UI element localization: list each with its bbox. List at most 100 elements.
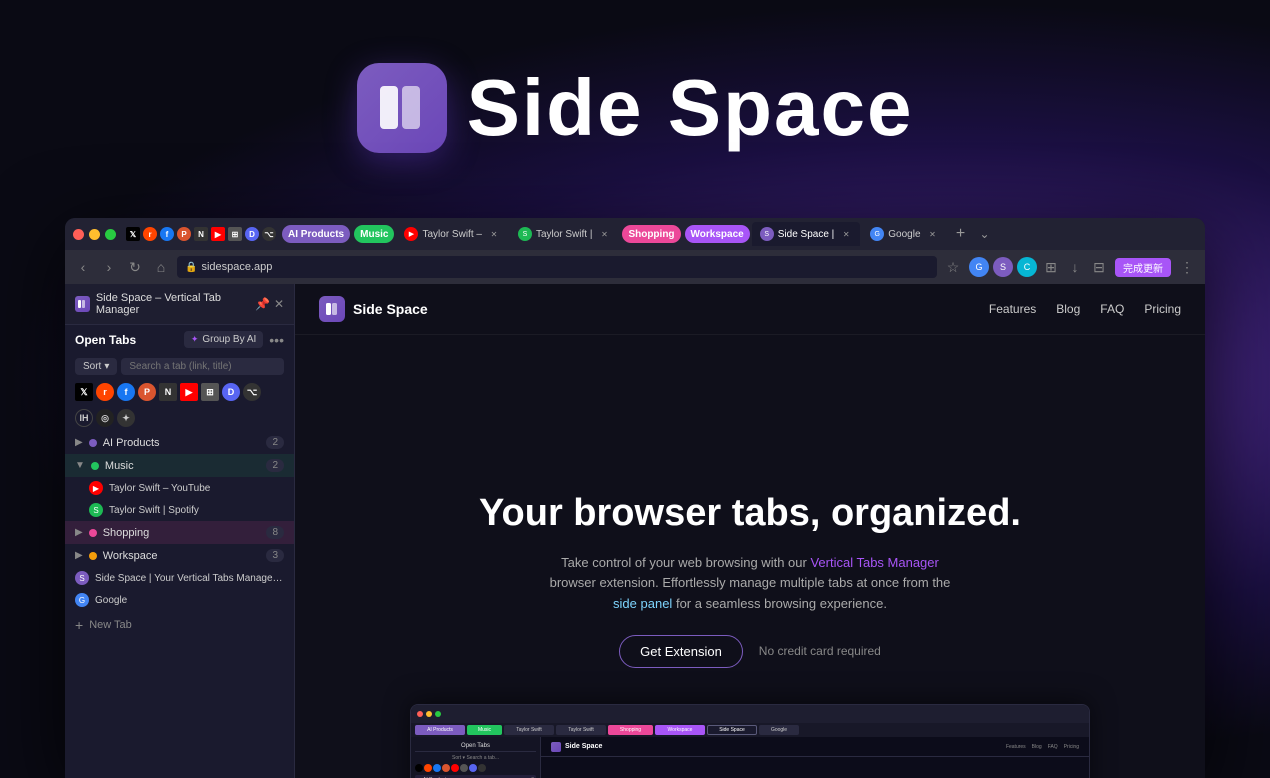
group-by-ai-button[interactable]: ✦ Group By AI: [184, 331, 263, 348]
logo-area: Side Space: [357, 62, 914, 154]
sidespace-tab-title: Side Space | Your Vertical Tabs Manager …: [95, 573, 284, 584]
preview-site-nav: Side Space Features Blog FAQ Pricing: [541, 737, 1089, 757]
more-options-button[interactable]: •••: [269, 332, 284, 348]
youtube-favicon: ▶: [211, 227, 225, 241]
tab-search-input[interactable]: [121, 358, 284, 375]
sidebar-fav-reddit[interactable]: r: [96, 383, 114, 401]
home-button[interactable]: ⌂: [151, 257, 171, 277]
reddit-favicon: r: [143, 227, 157, 241]
close-taylor-yt[interactable]: ✕: [488, 228, 500, 240]
prev-nav-features: Features: [1006, 744, 1026, 750]
sidebar-fav-github[interactable]: ⌥: [243, 383, 261, 401]
sidebar-favicon-row-1: 𝕏 r f P N ▶ ⊞ D ⌥: [65, 379, 294, 405]
tab-google[interactable]: G Google: [65, 589, 294, 611]
browser-tab-google[interactable]: G Google ✕: [862, 222, 946, 246]
hero-subtitle: Take control of your web browsing with o…: [540, 553, 960, 615]
sidebar-fav-misc[interactable]: ⊞: [201, 383, 219, 401]
back-button[interactable]: ‹: [73, 257, 93, 277]
extensions-button[interactable]: ⊞: [1041, 257, 1061, 277]
workspace-group-name: Workspace: [103, 550, 261, 562]
tab-menu-button[interactable]: ⌄: [975, 224, 995, 244]
sidebar-fav-3[interactable]: ✦: [117, 409, 135, 427]
nav-blog[interactable]: Blog: [1056, 302, 1080, 316]
sidebar-fav-facebook[interactable]: f: [117, 383, 135, 401]
sidebar-fav-1[interactable]: IH: [75, 409, 93, 427]
browser-tab-sidespace[interactable]: S Side Space | ✕: [752, 222, 861, 246]
tab-workspace[interactable]: Workspace: [685, 225, 750, 243]
group-shopping[interactable]: ▶ Shopping 8: [65, 521, 294, 544]
browser-tab-taylor-sp[interactable]: S Taylor Swift | ✕: [510, 222, 619, 246]
workspace-group-count: 3: [266, 549, 284, 562]
nav-pricing[interactable]: Pricing: [1144, 302, 1181, 316]
sidebar-favicon-row-2: IH ◎ ✦: [65, 405, 294, 431]
preview-nav-links: Features Blog FAQ Pricing: [1006, 744, 1079, 750]
group-workspace[interactable]: ▶ Workspace 3: [65, 544, 294, 567]
main-site-content: Side Space Features Blog FAQ Pricing You…: [295, 284, 1205, 778]
tab-sidespace[interactable]: S Side Space | Your Vertical Tabs Manage…: [65, 567, 294, 589]
google-favicon: G: [870, 227, 884, 241]
minimize-button[interactable]: [89, 229, 100, 240]
browser-tab-taylor-yt[interactable]: ▶ Taylor Swift – ✕: [396, 222, 507, 246]
complete-button[interactable]: 完成更新: [1115, 258, 1171, 277]
get-extension-button[interactable]: Get Extension: [619, 635, 743, 668]
sidebar-fav-youtube[interactable]: ▶: [180, 383, 198, 401]
taylor-sp-label: Taylor Swift |: [536, 229, 593, 240]
nav-faq[interactable]: FAQ: [1100, 302, 1124, 316]
maximize-button[interactable]: [105, 229, 116, 240]
hero-side-link[interactable]: side panel: [613, 596, 672, 611]
sidebar-fav-discord[interactable]: D: [222, 383, 240, 401]
ai-icon: ✦: [191, 334, 199, 345]
tab-ai-products[interactable]: AI Products: [282, 225, 350, 243]
tab-shopping[interactable]: Shopping: [622, 225, 680, 243]
sidebar-fav-notion[interactable]: N: [159, 383, 177, 401]
pf8: [478, 764, 486, 772]
preview-tab-bar: AI Products Music Taylor Swift Taylor Sw…: [411, 723, 1089, 737]
site-nav: Side Space Features Blog FAQ Pricing: [295, 284, 1205, 335]
producthunt-favicon: P: [177, 227, 191, 241]
close-sidespace[interactable]: ✕: [840, 228, 852, 240]
download-button[interactable]: ↓: [1065, 257, 1085, 277]
hero-subtitle-part3: for a seamless browsing experience.: [676, 596, 887, 611]
tab-taylor-yt[interactable]: ▶ Taylor Swift – YouTube: [65, 477, 294, 499]
tab-taylor-sp[interactable]: S Taylor Swift | Spotify: [65, 499, 294, 521]
url-bar[interactable]: 🔒 sidespace.app: [177, 256, 937, 278]
refresh-button[interactable]: ↻: [125, 257, 145, 277]
toolbar-icons: G S C ⊞ ↓ ⊟: [969, 257, 1109, 277]
sort-button[interactable]: Sort ▾: [75, 358, 117, 375]
sidespace-sidebar-fav: S: [75, 571, 89, 585]
sort-chevron-icon: ▾: [104, 361, 109, 372]
preview-tab-ts1: Taylor Swift: [504, 725, 554, 735]
group-ai-products[interactable]: ▶ AI Products 2: [65, 431, 294, 454]
pin-button[interactable]: 📌: [255, 297, 270, 311]
close-button[interactable]: [73, 229, 84, 240]
close-google[interactable]: ✕: [927, 228, 939, 240]
preview-sidebar-title: Open Tabs: [415, 741, 536, 752]
hero-section: Your browser tabs, organized. Take contr…: [295, 335, 1205, 778]
ai-dot: [89, 439, 97, 447]
taylor-yt-label: Taylor Swift –: [422, 229, 481, 240]
new-tab-label: New Tab: [89, 619, 132, 631]
github-favicon: ⌥: [262, 227, 276, 241]
sidebar-toggle[interactable]: ⊟: [1089, 257, 1109, 277]
group-music[interactable]: ▼ Music 2: [65, 454, 294, 477]
site-nav-links: Features Blog FAQ Pricing: [989, 302, 1181, 316]
sort-label: Sort: [83, 361, 101, 372]
sidebar-fav-twitter[interactable]: 𝕏: [75, 383, 93, 401]
nav-features[interactable]: Features: [989, 302, 1036, 316]
sidebar-fav-producthunt[interactable]: P: [138, 383, 156, 401]
prev-nav-faq: FAQ: [1048, 744, 1058, 750]
sidebar-fav-2[interactable]: ◎: [96, 409, 114, 427]
close-sidebar-button[interactable]: ✕: [274, 297, 284, 311]
shopping-group-count: 8: [266, 526, 284, 539]
workspace-chevron-icon: ▶: [75, 550, 83, 561]
new-tab-button[interactable]: +: [949, 222, 973, 246]
shopping-chevron-icon: ▶: [75, 527, 83, 538]
bookmark-button[interactable]: ☆: [943, 257, 963, 277]
new-tab-row[interactable]: + New Tab: [65, 611, 294, 639]
menu-button[interactable]: ⋮: [1177, 257, 1197, 277]
forward-button[interactable]: ›: [99, 257, 119, 277]
hero-vtm-link[interactable]: Vertical Tabs Manager: [810, 555, 938, 570]
address-bar: ‹ › ↻ ⌂ 🔒 sidespace.app ☆ G S C ⊞ ↓ ⊟ 完成…: [65, 250, 1205, 284]
tab-music[interactable]: Music: [354, 225, 394, 243]
close-taylor-sp[interactable]: ✕: [598, 228, 610, 240]
